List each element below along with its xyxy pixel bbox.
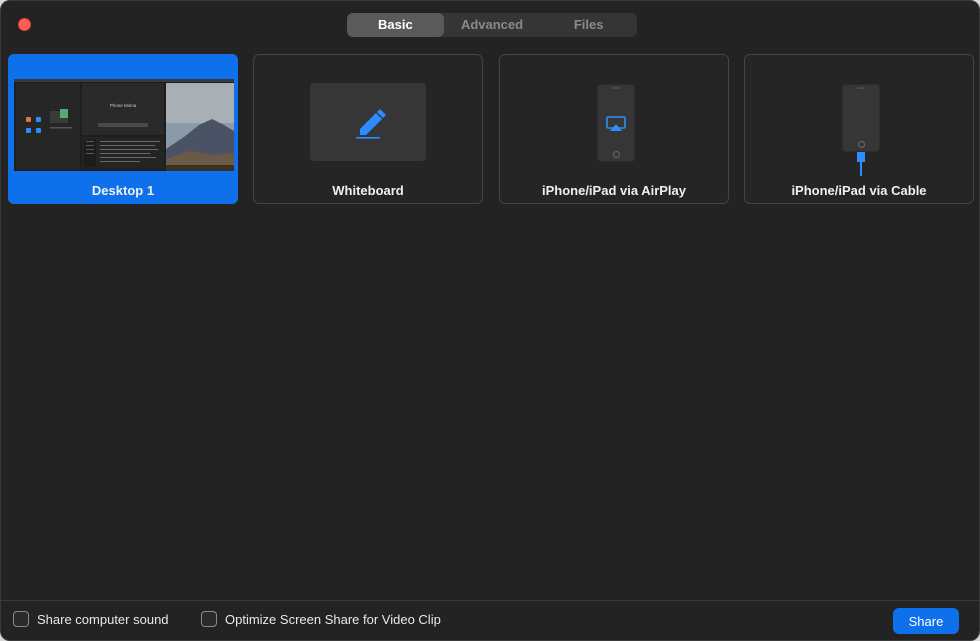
cable-icon	[857, 152, 865, 176]
share-button[interactable]: Share	[893, 608, 959, 634]
close-icon[interactable]	[18, 18, 31, 31]
share-card-label: iPhone/iPad via AirPlay	[541, 183, 686, 198]
share-sound-label: Share computer sound	[37, 611, 169, 627]
phone-home-button	[858, 141, 865, 148]
phone-icon	[842, 84, 880, 152]
share-screen-window: Basic Advanced Files Phone Minna Desktop…	[0, 0, 980, 641]
share-card-airplay[interactable]: iPhone/iPad via AirPlay	[499, 54, 729, 204]
tab-basic[interactable]: Basic	[347, 13, 444, 37]
optimize-video-checkbox[interactable]	[201, 611, 217, 627]
share-card-desktop[interactable]: Phone Minna Desktop 1	[8, 54, 238, 204]
tab-advanced[interactable]: Advanced	[444, 13, 541, 37]
tab-files[interactable]: Files	[540, 13, 637, 37]
phone-icon	[597, 84, 635, 162]
share-card-label: Whiteboard	[332, 183, 404, 198]
desktop-preview-title: Phone Minna	[110, 103, 137, 108]
desktop-thumbnail: Phone Minna	[14, 79, 234, 171]
share-sound-option[interactable]: Share computer sound	[13, 611, 169, 627]
tab-bar: Basic Advanced Files	[347, 13, 637, 37]
share-card-label: iPhone/iPad via Cable	[791, 183, 927, 198]
share-card-whiteboard[interactable]: Whiteboard	[253, 54, 483, 204]
share-card-cable[interactable]: iPhone/iPad via Cable	[744, 54, 974, 204]
desktop-preview-image: Phone Minna	[14, 79, 234, 171]
pencil-icon	[356, 109, 386, 139]
share-sound-checkbox[interactable]	[13, 611, 29, 627]
whiteboard-icon	[310, 83, 426, 161]
optimize-video-option[interactable]: Optimize Screen Share for Video Clip	[201, 611, 441, 627]
optimize-video-label: Optimize Screen Share for Video Clip	[225, 611, 441, 627]
phone-home-button	[613, 151, 620, 158]
footer-bar: Share computer sound Optimize Screen Sha…	[1, 600, 979, 640]
share-card-label: Desktop 1	[91, 183, 155, 198]
phone-speaker	[857, 87, 865, 89]
